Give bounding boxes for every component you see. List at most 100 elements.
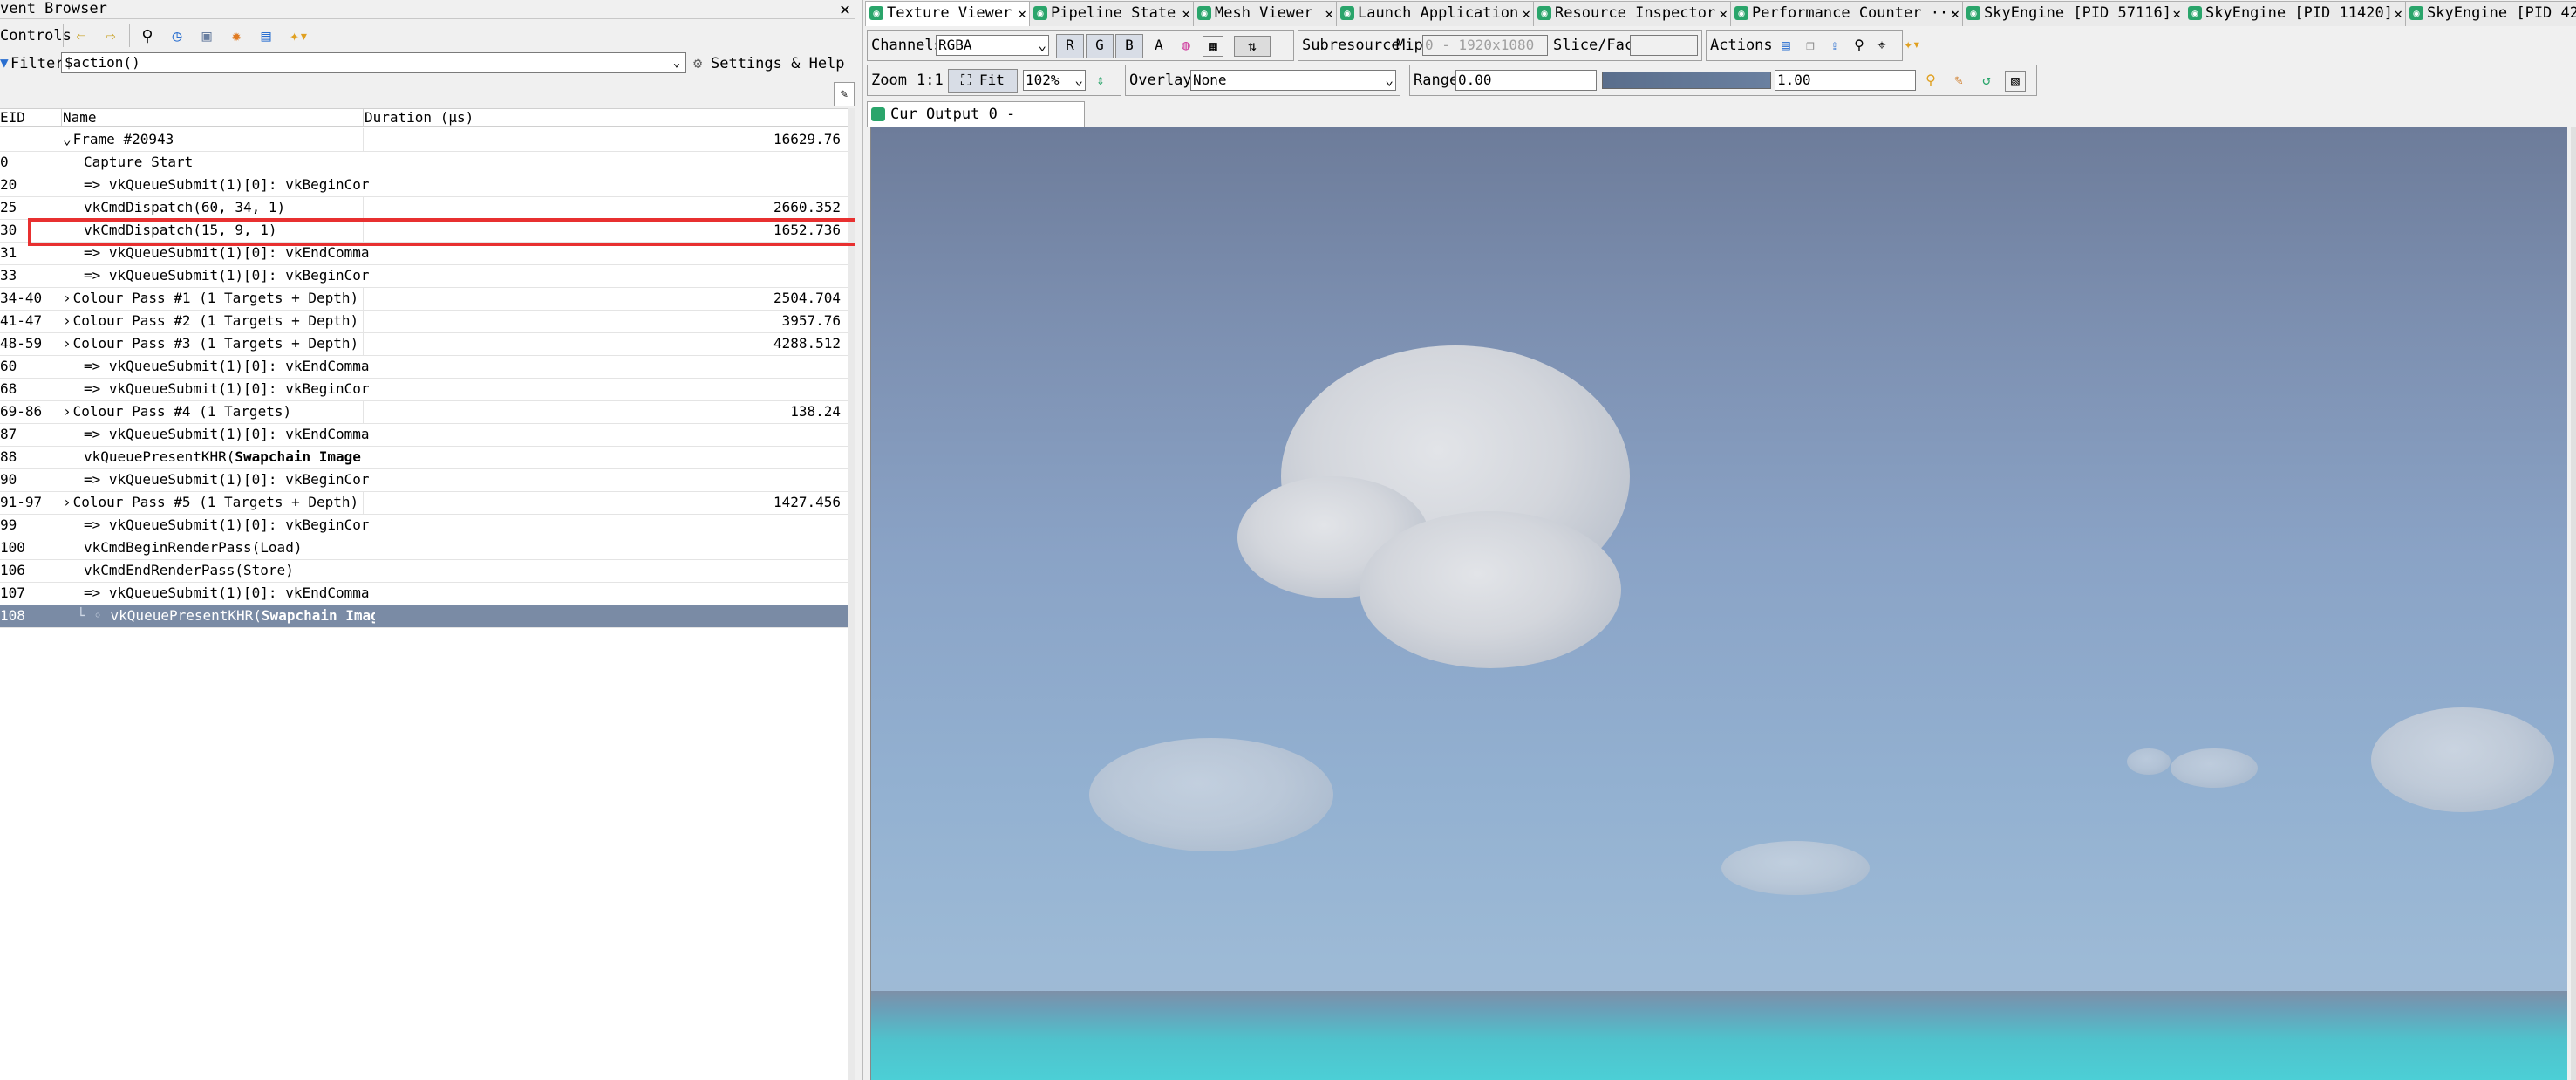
close-icon[interactable]: ✕ <box>1522 2 1530 25</box>
range-max-input[interactable]: 1.00 <box>1775 70 1916 91</box>
close-icon[interactable]: ✕ <box>1951 2 1959 25</box>
channel-g-button[interactable]: G <box>1086 34 1114 58</box>
export-menu-icon[interactable]: ✦▾ <box>288 24 310 47</box>
table-row[interactable]: 60 => vkQueueSubmit(1)[0]: vkEndComma <box>0 355 848 379</box>
channel-b-button[interactable]: B <box>1115 34 1143 58</box>
table-row[interactable]: 108 └ ◦ vkQueuePresentKHR(Swapchain Imag <box>0 605 848 628</box>
channels-select[interactable]: RGBA ⌄ <box>936 35 1049 56</box>
tab-launch-application[interactable]: ◉ Launch Application ✕ <box>1336 1 1535 26</box>
table-row[interactable]: 41-47 › Colour Pass #2 (1 Targets + Depth)… <box>0 310 848 333</box>
save-icon[interactable]: ▤ <box>255 24 277 47</box>
settings-gear-icon[interactable]: ✹ <box>225 24 248 47</box>
table-row[interactable]: 88 vkQueuePresentKHR(Swapchain Image <box>0 446 848 469</box>
table-row[interactable]: 69-86 › Colour Pass #4 (1 Targets) 138.24 <box>0 400 848 424</box>
table-row[interactable]: 106 vkCmdEndRenderPass(Store) <box>0 559 848 583</box>
forward-arrow-icon[interactable]: ⇨ <box>99 24 122 47</box>
output-tab[interactable]: Cur Output 0 - Swapcha··· <box>867 101 1085 147</box>
auto-fit-wand-icon[interactable]: ✎ <box>1949 71 1968 90</box>
timeline-clock-icon[interactable]: ◷ <box>166 24 188 47</box>
overlay-select[interactable]: None ⌄ <box>1190 70 1396 91</box>
range-min-input[interactable]: 0.00 <box>1455 70 1597 91</box>
edit-pencil-icon[interactable]: ✎ <box>834 82 855 106</box>
tab-texture-viewer[interactable]: ◉ Texture Viewer ✕ <box>865 1 1031 26</box>
channel-r-button[interactable]: R <box>1056 34 1084 58</box>
table-row[interactable]: 99 => vkQueueSubmit(1)[0]: vkBeginCor <box>0 514 848 537</box>
tab-performance-counter[interactable]: ◉ Performance Counter ··· ✕ <box>1730 1 1964 26</box>
table-row[interactable]: 34-40 › Colour Pass #1 (1 Targets + Depth)… <box>0 287 848 311</box>
reset-icon[interactable]: ↺ <box>1977 71 1996 90</box>
tab-skyengine-pid-11420[interactable]: ◉ SkyEngine [PID 11420] ✕ <box>2184 1 2407 26</box>
panel-splitter[interactable] <box>855 0 863 1080</box>
zoom-select[interactable]: 102% ⌄ <box>1023 70 1086 91</box>
column-header-name[interactable]: Name <box>63 109 364 127</box>
chevron-right-icon[interactable]: › <box>63 312 72 329</box>
save-icon[interactable]: ▤ <box>1776 36 1796 55</box>
table-row[interactable]: 33 => vkQueueSubmit(1)[0]: vkBeginCor <box>0 264 848 288</box>
close-icon[interactable]: ✕ <box>2172 2 2181 25</box>
color-wheel-icon[interactable]: ◍ <box>1176 36 1196 55</box>
texture-icon <box>871 107 885 121</box>
tab-mesh-viewer[interactable]: ◉ Mesh Viewer ✕ <box>1193 1 1338 26</box>
close-icon[interactable]: ✕ <box>1719 2 1728 25</box>
open-icon[interactable]: ⇪ <box>1825 36 1844 55</box>
table-row[interactable]: 0 Capture Start <box>0 151 848 174</box>
tab-skyengine-pid-4244[interactable]: ◉SkyEngine [PID 4244]✕ <box>2405 1 2576 26</box>
close-icon[interactable]: ✕ <box>1182 2 1190 25</box>
chevron-right-icon[interactable]: › <box>63 335 72 352</box>
event-browser-panel: vent Browser ✕ Controls ⇦ ⇨ ⚲ ◷ ▣ ✹ ▤ ✦▾… <box>0 0 855 1080</box>
chevron-right-icon[interactable]: › <box>63 290 72 306</box>
flip-icon[interactable]: ⇅ <box>1234 36 1271 57</box>
fit-label: Fit <box>978 72 1005 88</box>
close-icon[interactable]: ✕ <box>1018 2 1026 25</box>
table-row[interactable]: 20 => vkQueueSubmit(1)[0]: vkBeginCor <box>0 174 848 197</box>
mip-select[interactable]: 0 - 1920x1080 <box>1422 35 1548 56</box>
bookmark-icon[interactable]: ▣ <box>195 24 218 47</box>
filter-input[interactable]: $action() <box>61 52 686 73</box>
column-header-duration[interactable]: Duration (μs) <box>365 109 848 127</box>
table-row[interactable]: 87 => vkQueueSubmit(1)[0]: vkEndComma <box>0 423 848 447</box>
find-binoculars-icon[interactable]: ⚲ <box>1850 36 1869 55</box>
zoom-value: 102% <box>1026 72 1060 88</box>
checkerboard-icon[interactable]: ▦ <box>1203 36 1223 57</box>
table-row[interactable]: ⌄ Frame #20943 16629.76 <box>0 128 848 152</box>
slice-face-select[interactable] <box>1630 35 1698 56</box>
texture-viewport[interactable] <box>870 127 2567 1080</box>
pick-icon[interactable]: ⌖ <box>1872 36 1891 55</box>
copy-icon[interactable]: ❐ <box>1801 36 1820 55</box>
zoom-1to1-button[interactable]: 1:1 <box>917 65 944 95</box>
close-icon[interactable]: ✕ <box>835 0 855 19</box>
column-header-eid[interactable]: EID <box>0 109 62 127</box>
close-icon[interactable]: ✕ <box>1325 2 1333 25</box>
export-menu-icon[interactable]: ✦▾ <box>1903 35 1922 54</box>
chevron-down-icon[interactable]: ⌄ <box>669 53 685 72</box>
table-row[interactable]: 91-97 › Colour Pass #5 (1 Targets + Depth)… <box>0 491 848 515</box>
viewport-scrollbar[interactable] <box>2571 127 2576 1080</box>
settings-help-button[interactable]: Settings & Help <box>711 52 845 75</box>
histogram-icon[interactable]: ▧ <box>2005 71 2026 92</box>
back-arrow-icon[interactable]: ⇦ <box>70 24 92 47</box>
table-row[interactable]: 90 => vkQueueSubmit(1)[0]: vkBeginCor <box>0 468 848 492</box>
vertical-scrollbar[interactable] <box>848 108 855 1080</box>
table-row[interactable]: 48-59 › Colour Pass #3 (1 Targets + Depth)… <box>0 332 848 356</box>
find-binoculars-icon[interactable]: ⚲ <box>136 24 159 47</box>
channel-a-button[interactable]: A <box>1145 34 1173 58</box>
row-duration: 16629.76 <box>363 128 844 151</box>
table-row[interactable]: 25 vkCmdDispatch(60, 34, 1) 2660.352 <box>0 196 848 220</box>
table-row[interactable]: 100 vkCmdBeginRenderPass(Load) <box>0 537 848 560</box>
table-row[interactable]: 107 => vkQueueSubmit(1)[0]: vkEndComma <box>0 582 848 605</box>
range-group: Range 0.00 1.00 ⚲ ✎ ↺ ▧ <box>1409 65 2037 96</box>
tab-resource-inspector[interactable]: ◉ Resource Inspector ✕ <box>1533 1 1732 26</box>
close-icon[interactable]: ✕ <box>2394 2 2402 25</box>
fit-button[interactable]: ⛶ Fit <box>948 69 1018 93</box>
panel-icon: ◉ <box>1033 6 1047 20</box>
chevron-down-icon[interactable]: ⌄ <box>63 131 72 147</box>
row-name-text: Capture Start <box>84 154 194 170</box>
chevron-right-icon[interactable]: › <box>63 494 72 510</box>
zoom-range-icon[interactable]: ⚲ <box>1921 71 1940 90</box>
tab-skyengine-pid-57116[interactable]: ◉ SkyEngine [PID 57116] ✕ <box>1962 1 2185 26</box>
chevron-right-icon[interactable]: › <box>63 403 72 420</box>
range-slider[interactable] <box>1602 72 1771 89</box>
pin-icon[interactable]: ⇕ <box>1091 71 1110 90</box>
table-row[interactable]: 68 => vkQueueSubmit(1)[0]: vkBeginCor <box>0 378 848 401</box>
tab-pipeline-state[interactable]: ◉ Pipeline State ✕ <box>1029 1 1195 26</box>
